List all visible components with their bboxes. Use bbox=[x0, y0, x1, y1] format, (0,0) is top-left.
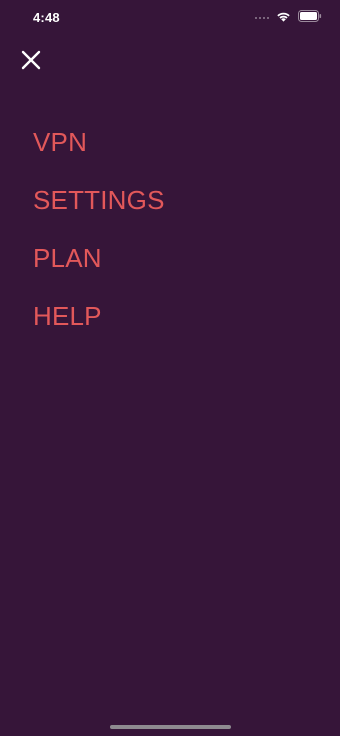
home-indicator[interactable] bbox=[110, 725, 231, 729]
close-icon bbox=[21, 50, 41, 70]
battery-icon bbox=[298, 9, 322, 27]
menu-item-vpn[interactable]: VPN bbox=[33, 125, 165, 183]
menu-item-plan[interactable]: PLAN bbox=[33, 241, 165, 299]
close-button[interactable] bbox=[17, 46, 45, 74]
menu-item-settings[interactable]: SETTINGS bbox=[33, 183, 165, 241]
wifi-icon bbox=[276, 9, 291, 27]
main-menu: VPN SETTINGS PLAN HELP bbox=[33, 125, 165, 357]
status-icons bbox=[255, 9, 322, 27]
status-bar: 4:48 bbox=[0, 0, 340, 40]
menu-item-help[interactable]: HELP bbox=[33, 299, 165, 357]
signal-icon bbox=[255, 17, 269, 19]
status-time: 4:48 bbox=[33, 10, 60, 25]
menu-screen: 4:48 VPN SETTINGS PLAN HELP bbox=[0, 0, 340, 736]
